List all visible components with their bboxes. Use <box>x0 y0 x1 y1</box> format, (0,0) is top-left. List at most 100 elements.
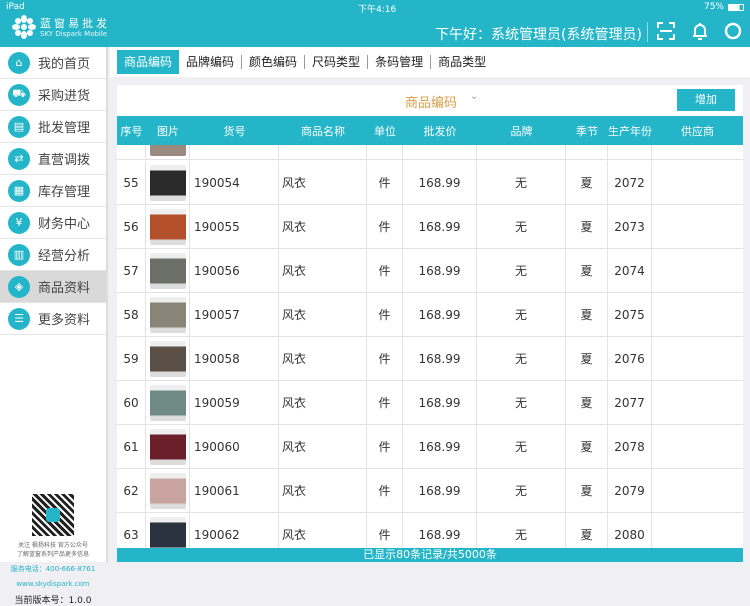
cell-brand: 无 <box>477 249 566 292</box>
sidebar-item[interactable]: ▦ 库存管理 <box>0 175 106 207</box>
sidebar: ⌂ 我的首页 ⛟ 采购进货 ▤ 批发管理 ⇄ 直营调拨 ▦ 库存管理 ¥ 财务中心 ▥ 经营分析 ◈ 商品资料… <box>0 47 108 606</box>
scan-icon[interactable] <box>656 21 676 41</box>
qr-code <box>32 494 74 536</box>
table-row[interactable]: 56 190055 风衣件 168.99 无夏 2073 <box>117 205 743 249</box>
product-thumbnail <box>149 252 186 289</box>
table-row[interactable]: 57 190056 风衣件 168.99 无夏 2074 <box>117 249 743 293</box>
sidebar-item[interactable]: ▤ 批发管理 <box>0 111 106 143</box>
service-phone[interactable]: 服务电话：400-666-8761 <box>0 564 106 574</box>
sidebar-item[interactable]: ▥ 经营分析 <box>0 239 106 271</box>
cell-no: 61 <box>117 425 146 468</box>
cell-unit: 件 <box>367 205 403 248</box>
column-header[interactable]: 供应商 <box>652 116 743 145</box>
cell-price: 168.99 <box>403 425 477 468</box>
cell-supplier <box>652 249 743 292</box>
cell-name: 风衣 <box>279 469 367 512</box>
cell-name: 风衣 <box>279 337 367 380</box>
sidebar-item[interactable]: ☰ 更多资料 <box>0 303 106 335</box>
table-row-partial[interactable] <box>117 145 743 160</box>
cell-unit: 件 <box>367 249 403 292</box>
cell-unit: 件 <box>367 161 403 204</box>
sidebar-item[interactable]: ⇄ 直营调拨 <box>0 143 106 175</box>
cell-brand: 无 <box>477 205 566 248</box>
tab[interactable]: 品牌编码 <box>179 50 241 74</box>
sidebar-footer: 关注 枫杨科技 官方公众号 了解蓝窗系列产品更多信息 服务电话：400-666-… <box>0 494 106 606</box>
sidebar-item[interactable]: ¥ 财务中心 <box>0 207 106 239</box>
tab[interactable]: 商品类型 <box>431 50 493 74</box>
settings-icon[interactable] <box>723 21 743 41</box>
column-header[interactable]: 品牌 <box>477 116 566 145</box>
cell-no: 55 <box>117 161 146 204</box>
column-header[interactable]: 批发价 <box>403 116 477 145</box>
website-link[interactable]: www.skydispark.com <box>0 580 106 588</box>
cell-unit: 件 <box>367 381 403 424</box>
cell-unit: 件 <box>367 513 403 548</box>
column-header[interactable]: 单位 <box>367 116 403 145</box>
cell-supplier <box>652 425 743 468</box>
sidebar-item[interactable]: ⌂ 我的首页 <box>0 47 106 79</box>
inventory-icon: ▦ <box>8 179 30 202</box>
tab[interactable]: 条码管理 <box>368 50 430 74</box>
table-row[interactable]: 59 190058 风衣件 168.99 无夏 2076 <box>117 337 743 381</box>
cell-season: 夏 <box>566 205 608 248</box>
truck-icon: ⛟ <box>8 83 30 106</box>
table-row[interactable]: 62 190061 风衣件 168.99 无夏 2079 <box>117 469 743 513</box>
cell-season: 夏 <box>566 293 608 336</box>
cell-year: 2077 <box>608 381 652 424</box>
cell-brand: 无 <box>477 381 566 424</box>
panel-title[interactable]: 商品编码 <box>405 92 457 111</box>
column-header[interactable]: 季节 <box>566 116 608 145</box>
cell-supplier <box>652 293 743 336</box>
cell-name: 风衣 <box>279 425 367 468</box>
sidebar-item-label: 我的首页 <box>38 57 91 72</box>
column-header[interactable]: 商品名称 <box>279 116 367 145</box>
chart-icon: ▥ <box>8 243 30 266</box>
sidebar-item-label: 批发管理 <box>38 121 91 136</box>
device-label: iPad <box>6 2 25 12</box>
sidebar-item[interactable]: ⛟ 采购进货 <box>0 79 106 111</box>
cell-season: 夏 <box>566 513 608 548</box>
cell-season: 夏 <box>566 425 608 468</box>
tab-bar: 商品编码 品牌编码 颜色编码 尺码类型 条码管理 商品类型 <box>110 47 750 77</box>
sidebar-item-label: 采购进货 <box>38 89 91 104</box>
cell-price: 168.99 <box>403 337 477 380</box>
bell-icon[interactable] <box>690 21 710 41</box>
column-header[interactable]: 生产年份 <box>608 116 652 145</box>
divider <box>647 22 648 42</box>
cell-no: 56 <box>117 205 146 248</box>
brand-name: 蓝窗易批发 <box>40 17 110 30</box>
product-thumbnail <box>149 296 186 333</box>
sidebar-item-label: 直营调拨 <box>38 153 91 168</box>
column-header[interactable]: 货号 <box>190 116 279 145</box>
cell-code: 190059 <box>190 381 279 424</box>
column-header[interactable]: 图片 <box>146 116 190 145</box>
cell-unit: 件 <box>367 425 403 468</box>
column-header[interactable]: 序号 <box>117 116 146 145</box>
cell-year: 2076 <box>608 337 652 380</box>
table-body[interactable]: 55 190054 风衣件 168.99 无夏 2072 56 190055 风衣件 168.99… <box>117 145 743 548</box>
cell-supplier <box>652 469 743 512</box>
cell-name: 风衣 <box>279 293 367 336</box>
product-thumbnail <box>149 164 186 201</box>
cell-year: 2073 <box>608 205 652 248</box>
tab[interactable]: 尺码类型 <box>305 50 367 74</box>
table-row[interactable]: 63 190062 风衣件 168.99 无夏 2080 <box>117 513 743 548</box>
table-row[interactable]: 55 190054 风衣件 168.99 无夏 2072 <box>117 161 743 205</box>
list-icon: ☰ <box>8 307 30 330</box>
table-row[interactable]: 61 190060 风衣件 168.99 无夏 2078 <box>117 425 743 469</box>
product-thumbnail <box>149 516 186 548</box>
cell-name: 风衣 <box>279 513 367 548</box>
panel-header: 商品编码 ⌄ 增加 <box>117 85 743 116</box>
sidebar-item[interactable]: ◈ 商品资料 <box>0 271 106 303</box>
cell-brand: 无 <box>477 161 566 204</box>
cell-year: 2079 <box>608 469 652 512</box>
table-row[interactable]: 60 190059 风衣件 168.99 无夏 2077 <box>117 381 743 425</box>
add-button[interactable]: 增加 <box>677 89 735 111</box>
chevron-down-icon[interactable]: ⌄ <box>470 91 478 102</box>
cell-no: 63 <box>117 513 146 548</box>
table-row[interactable]: 58 190057 风衣件 168.99 无夏 2075 <box>117 293 743 337</box>
tab[interactable]: 颜色编码 <box>242 50 304 74</box>
tab[interactable]: 商品编码 <box>117 50 180 74</box>
cell-no: 58 <box>117 293 146 336</box>
cell-supplier <box>652 161 743 204</box>
